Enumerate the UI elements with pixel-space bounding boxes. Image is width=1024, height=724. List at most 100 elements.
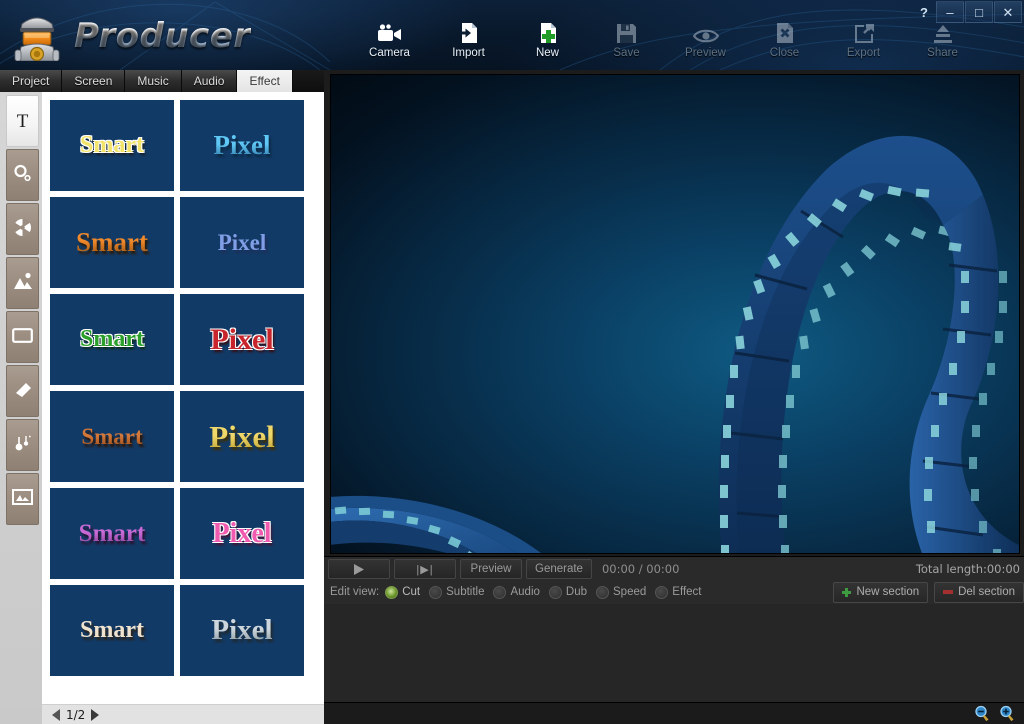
- tab-audio[interactable]: Audio: [181, 70, 238, 92]
- effect-thumbnail[interactable]: Smart: [50, 100, 174, 191]
- generate-button-label: Generate: [535, 563, 583, 575]
- tab-audio-label: Audio: [193, 74, 225, 88]
- rail-item-aperture-tool[interactable]: [6, 203, 39, 255]
- transport-bar: |▶| Preview Generate 00:00 / 00:00 Total…: [324, 556, 1024, 582]
- pager-next-arrow-icon[interactable]: [91, 709, 100, 721]
- maximize-label: □: [975, 4, 983, 20]
- rail-item-picture-tool[interactable]: [6, 473, 39, 525]
- frame-step-button[interactable]: |▶|: [394, 559, 456, 579]
- effect-thumbnail-label: Smart: [80, 132, 144, 158]
- tab-screen-label: Screen: [74, 74, 113, 88]
- edit-view-option-speed[interactable]: Speed: [596, 585, 647, 599]
- toolbar-close-button[interactable]: Close: [745, 18, 824, 66]
- toolbar-share-label: Share: [927, 47, 958, 59]
- toolbar-close-label: Close: [769, 47, 800, 59]
- sparkle-icon: [13, 434, 33, 457]
- minimize-label: –: [946, 4, 954, 20]
- edit-view-option-speed-label: Speed: [613, 586, 647, 598]
- preview-button[interactable]: Preview: [460, 559, 522, 579]
- effect-pager: 1/2: [42, 704, 334, 724]
- tool-rail: T: [0, 92, 42, 724]
- effect-thumbnail[interactable]: Pixel: [180, 100, 304, 191]
- zoom-controls: [974, 705, 1016, 724]
- toolbar-camera-button[interactable]: Camera: [350, 18, 429, 66]
- edit-view-option-dub[interactable]: Dub: [548, 585, 587, 599]
- toolbar-import-label: Import: [452, 47, 485, 59]
- effect-thumbnail[interactable]: Smart: [50, 197, 174, 288]
- close-button[interactable]: ✕: [994, 1, 1022, 23]
- radio-dot-icon: [429, 585, 443, 599]
- rail-item-frame-tool[interactable]: [6, 311, 39, 363]
- effect-thumbnail-label: Pixel: [210, 322, 274, 356]
- toolbar-import-button[interactable]: Import: [429, 18, 508, 66]
- edit-view-option-cut-label: Cut: [402, 586, 421, 598]
- radio-dot-icon: [655, 585, 669, 599]
- effect-thumbnail-label: Smart: [76, 227, 148, 257]
- video-preview[interactable]: [330, 74, 1020, 554]
- title-banner: Producer ? – □ ✕ Camera Import New Save …: [0, 0, 1024, 70]
- zoom-out-icon[interactable]: [974, 705, 991, 724]
- effect-thumbnail[interactable]: Smart: [50, 391, 174, 482]
- pager-prev-arrow-icon[interactable]: [52, 709, 60, 721]
- rail-item-text-tool[interactable]: T: [6, 95, 39, 147]
- tab-music-label: Music: [137, 74, 169, 88]
- toolbar-save-button[interactable]: Save: [587, 18, 666, 66]
- toolbar-share-button[interactable]: Share: [903, 18, 982, 66]
- edit-view-label: Edit view:: [330, 586, 380, 598]
- effect-thumbnail[interactable]: Pixel: [180, 391, 304, 482]
- effect-thumbnail-label: Pixel: [211, 614, 273, 646]
- radio-dot-icon: [385, 585, 399, 599]
- producer-mascot-icon: [14, 17, 60, 61]
- effect-thumbnail-grid[interactable]: Smart Pixel Smart Pixel Smart Pixel Smart Pixel…: [42, 92, 324, 704]
- toolbar-export-button[interactable]: Export: [824, 18, 903, 66]
- rail-item-sparkle-tool[interactable]: [6, 419, 39, 471]
- effect-thumbnail-label: Smart: [78, 519, 146, 547]
- tab-effect[interactable]: Effect: [237, 70, 293, 92]
- rail-item-landscape-tool[interactable]: [6, 257, 39, 309]
- del-section-label: Del section: [958, 586, 1015, 598]
- del-section-button[interactable]: Del section: [934, 581, 1024, 603]
- effect-thumbnail[interactable]: Pixel: [180, 488, 304, 579]
- effect-thumbnail[interactable]: Smart: [50, 585, 174, 676]
- section-buttons: New section Del section: [833, 581, 1024, 603]
- minus-icon: [943, 590, 954, 594]
- toolbar-preview-button[interactable]: Preview: [666, 18, 745, 66]
- tab-project[interactable]: Project: [0, 70, 63, 92]
- effect-thumbnail[interactable]: Pixel: [180, 585, 304, 676]
- pager-position: 1/2: [66, 708, 86, 722]
- picture-frame-icon: [12, 489, 33, 509]
- edit-view-bar: Edit view: Cut Subtitle Audio Dub Speed: [324, 580, 1024, 605]
- edit-view-option-effect[interactable]: Effect: [655, 585, 702, 599]
- toolbar-new-button[interactable]: New: [508, 18, 587, 66]
- bubbles-icon: [13, 164, 32, 187]
- play-button[interactable]: [328, 559, 390, 579]
- cone-shape-icon: [13, 381, 33, 402]
- effect-thumbnail-label: Smart: [80, 326, 144, 352]
- tab-effect-label: Effect: [249, 74, 280, 88]
- effect-thumbnail[interactable]: Smart: [50, 294, 174, 385]
- effect-thumbnail[interactable]: Smart: [50, 488, 174, 579]
- new-section-button[interactable]: New section: [833, 581, 929, 603]
- landscape-icon: [13, 272, 33, 294]
- radio-dot-icon: [548, 585, 562, 599]
- timeline-area[interactable]: [324, 604, 1024, 702]
- effect-thumbnail-label: Smart: [80, 617, 144, 643]
- rail-item-bubbles-tool[interactable]: [6, 149, 39, 201]
- edit-view-option-effect-label: Effect: [672, 586, 702, 598]
- play-icon: [354, 563, 364, 575]
- close-label: ✕: [1002, 4, 1014, 20]
- close-file-icon: [775, 18, 795, 44]
- rail-item-shape-tool[interactable]: [6, 365, 39, 417]
- generate-button[interactable]: Generate: [526, 559, 592, 579]
- tab-music[interactable]: Music: [125, 70, 182, 92]
- save-icon: [616, 18, 637, 44]
- effect-thumbnail[interactable]: Pixel: [180, 197, 304, 288]
- new-section-label: New section: [856, 586, 920, 598]
- edit-view-option-subtitle[interactable]: Subtitle: [429, 585, 484, 599]
- edit-view-option-cut[interactable]: Cut: [385, 585, 421, 599]
- tab-screen[interactable]: Screen: [62, 70, 126, 92]
- edit-view-option-audio[interactable]: Audio: [493, 585, 540, 599]
- effect-thumbnail[interactable]: Pixel: [180, 294, 304, 385]
- zoom-in-icon[interactable]: [999, 705, 1016, 724]
- share-icon: [932, 18, 954, 44]
